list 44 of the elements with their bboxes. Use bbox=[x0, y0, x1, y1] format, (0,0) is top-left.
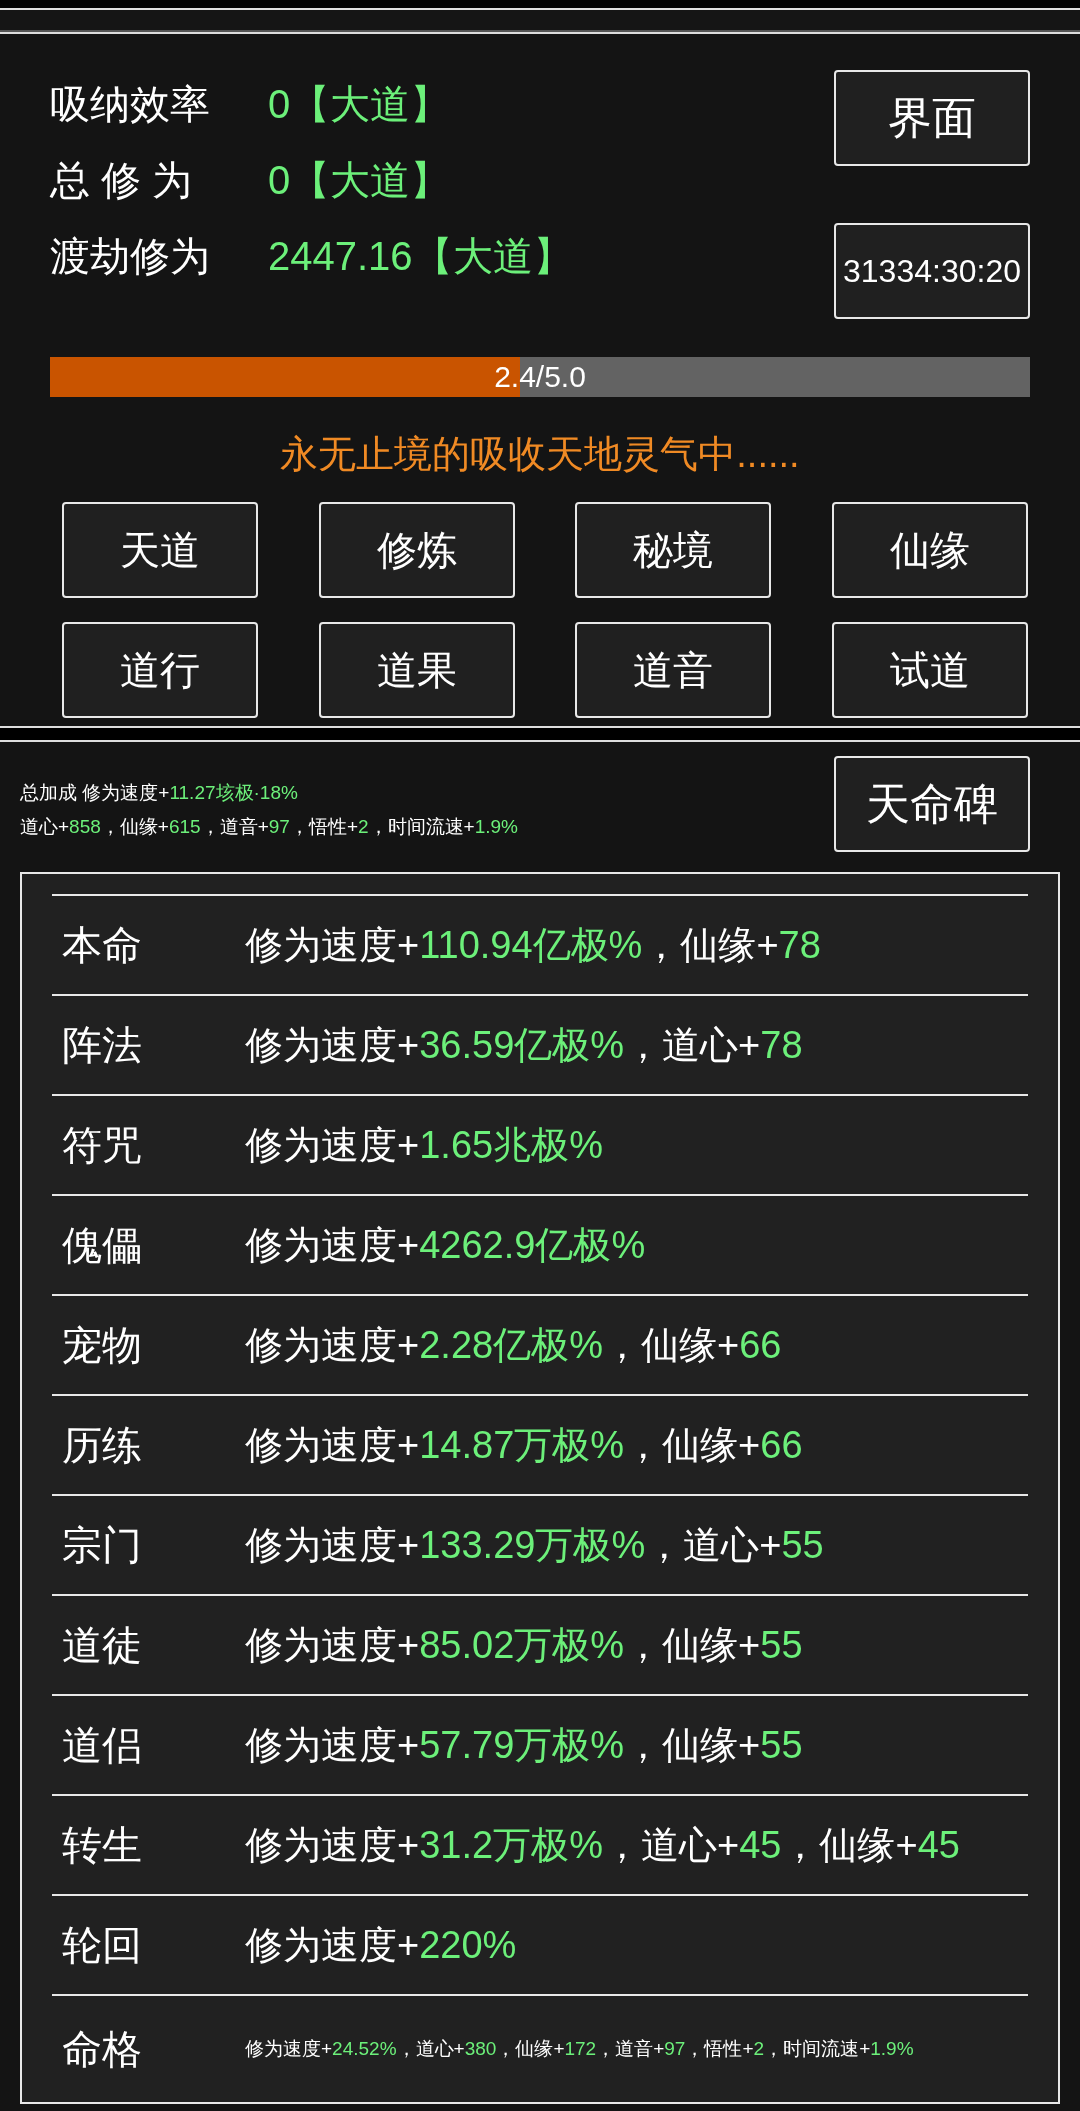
stat-value: 0【大道】 bbox=[268, 81, 451, 128]
timer-button[interactable]: 31334:30:20 bbox=[834, 223, 1030, 319]
bonus-effect-text: 修为速度+85.02万极%，仙缘+55 bbox=[245, 1622, 803, 1668]
bonus-source-label: 历练 bbox=[62, 1421, 143, 1469]
nav-button[interactable]: 试道 bbox=[831, 622, 1028, 718]
bonus-effect-text: 修为速度+4262.9亿极% bbox=[245, 1222, 646, 1268]
stat-value: 0【大道】 bbox=[268, 157, 451, 204]
bonus-source-label: 道徒 bbox=[62, 1621, 143, 1669]
nav-button[interactable]: 仙缘 bbox=[831, 502, 1028, 598]
bonus-source-label: 命格 bbox=[62, 2025, 143, 2073]
bonus-source-label: 轮回 bbox=[62, 1921, 143, 1969]
stele-button[interactable]: 天命碑 bbox=[834, 756, 1030, 852]
bonus-effect-text: 修为速度+14.87万极%，仙缘+66 bbox=[245, 1422, 803, 1468]
bonus-summary-text: 总加成 修为速度+11.27垓极·18% bbox=[20, 781, 298, 805]
bonus-source-label: 本命 bbox=[62, 921, 143, 969]
bonus-effect-text: 修为速度+110.94亿极%，仙缘+78 bbox=[245, 922, 821, 968]
bonus-effect-text: 修为速度+31.2万极%，道心+45，仙缘+45 bbox=[245, 1822, 960, 1868]
bonus-source-label: 道侣 bbox=[62, 1721, 143, 1769]
bonus-effect-text: 修为速度+57.79万极%，仙缘+55 bbox=[245, 1722, 803, 1768]
bonus-source-label: 傀儡 bbox=[62, 1221, 143, 1269]
bonus-source-label: 宗门 bbox=[62, 1521, 143, 1569]
stat-label: 总 修 为 bbox=[50, 157, 194, 204]
bonus-source-label: 宠物 bbox=[62, 1321, 143, 1369]
nav-button[interactable]: 道果 bbox=[318, 622, 515, 718]
nav-button[interactable]: 秘境 bbox=[575, 502, 772, 598]
bonus-summary-text: 道心+858，仙缘+615，道音+97，悟性+2，时间流速+1.9% bbox=[20, 815, 518, 839]
stat-label: 渡劫修为 bbox=[50, 233, 211, 280]
stat-value: 2447.16【大道】 bbox=[268, 233, 573, 280]
bonus-effect-text: 修为速度+133.29万极%，道心+55 bbox=[245, 1522, 824, 1568]
nav-button[interactable]: 天道 bbox=[62, 502, 258, 598]
interface-button[interactable]: 界面 bbox=[834, 70, 1030, 166]
status-text: 永无止境的吸收天地灵气中...... bbox=[280, 432, 800, 477]
bonus-effect-text: 修为速度+1.65兆极% bbox=[245, 1122, 603, 1168]
bonus-effect-text: 修为速度+24.52%，道心+380，仙缘+172，道音+97，悟性+2，时间流速+1.9% bbox=[245, 2037, 914, 2061]
nav-button[interactable]: 道音 bbox=[575, 622, 772, 718]
bonus-effect-text: 修为速度+2.28亿极%，仙缘+66 bbox=[245, 1322, 782, 1368]
bonus-effect-text: 修为速度+36.59亿极%，道心+78 bbox=[245, 1022, 803, 1068]
bonus-source-label: 转生 bbox=[62, 1821, 143, 1869]
nav-button[interactable]: 修炼 bbox=[318, 502, 515, 598]
bonus-source-label: 阵法 bbox=[62, 1021, 143, 1069]
nav-button[interactable]: 道行 bbox=[62, 622, 258, 718]
stat-label: 吸纳效率 bbox=[50, 81, 211, 128]
bonus-effect-text: 修为速度+220% bbox=[245, 1922, 517, 1968]
bonus-source-label: 符咒 bbox=[62, 1121, 143, 1169]
